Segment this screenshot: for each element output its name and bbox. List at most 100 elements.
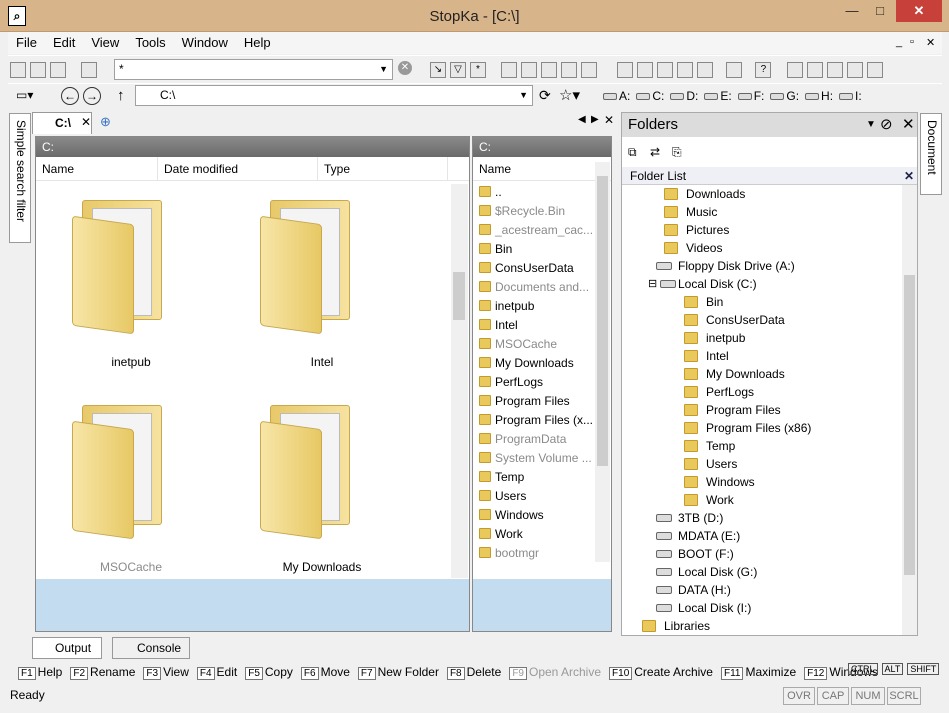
script-icon[interactable] [806, 62, 823, 78]
dual-pane-icon[interactable] [636, 62, 653, 78]
favorites-star-icon[interactable]: ☆▾ [559, 86, 580, 104]
ctrl-key[interactable]: CTRL [848, 663, 878, 675]
fkey-f4-button[interactable]: F4 Edit [196, 662, 237, 684]
list-item[interactable]: Program Files [473, 392, 595, 411]
tree-node[interactable]: Pictures [622, 221, 902, 239]
help-icon[interactable]: ? [755, 62, 772, 78]
close-button[interactable]: ✕ [896, 0, 942, 22]
fkey-f8-button[interactable]: F8 Delete [446, 662, 501, 684]
list-item[interactable]: ProgramData [473, 430, 595, 449]
palette-icon[interactable] [866, 62, 883, 78]
list-item[interactable]: $Recycle.Bin [473, 202, 595, 221]
sync-icon[interactable]: ⇄ [650, 145, 660, 159]
menu-help[interactable]: Help [236, 32, 279, 54]
up-icon[interactable]: ↑ [117, 87, 125, 104]
grid-item-label[interactable]: Intel [242, 355, 402, 369]
list-item[interactable]: Intel [473, 316, 595, 335]
column-date-modified[interactable]: Date modified [158, 157, 318, 181]
column-name[interactable]: Name [36, 157, 158, 181]
save-all-icon[interactable] [50, 62, 66, 78]
drive-h-button[interactable]: H: [805, 89, 833, 103]
tree-node[interactable]: Music [622, 203, 902, 221]
folder-tree-scrollbar[interactable] [902, 185, 917, 635]
chevron-down-icon[interactable]: ▼ [519, 86, 528, 105]
close-panel-icon[interactable]: ✕ [902, 113, 915, 137]
grid-item-label[interactable]: inetpub [51, 355, 211, 369]
list-item[interactable]: Documents and... [473, 278, 595, 297]
pin-icon[interactable]: ⊘ [880, 113, 893, 137]
tree-node[interactable]: Users [622, 455, 902, 473]
document-tab[interactable]: Document [920, 113, 942, 195]
list-item[interactable]: ConsUserData [473, 259, 595, 278]
menu-tools[interactable]: Tools [127, 32, 173, 54]
fkey-f2-button[interactable]: F2 Rename [70, 662, 135, 684]
tree-node[interactable]: Local Disk (G:) [622, 563, 902, 581]
single-pane-icon[interactable] [616, 62, 633, 78]
drive-a-button[interactable]: A: [603, 89, 630, 103]
tree-node[interactable]: Downloads [622, 185, 902, 203]
drive-f-button[interactable]: F: [737, 89, 764, 103]
menu-edit[interactable]: Edit [45, 32, 83, 54]
shift-key[interactable]: SHIFT [907, 663, 940, 675]
tree-node[interactable]: Libraries [622, 617, 902, 635]
goto-icon[interactable]: ↘ [430, 62, 446, 78]
save-icon[interactable] [30, 62, 46, 78]
maximize-button[interactable]: □ [866, 0, 894, 22]
address-combo[interactable]: C:\ ▼ [135, 85, 533, 106]
details-view-icon[interactable] [561, 62, 578, 78]
tree-node[interactable]: inetpub [622, 329, 902, 347]
tree-node[interactable]: ConsUserData [622, 311, 902, 329]
list-item[interactable]: MSOCache [473, 335, 595, 354]
fkey-f5-button[interactable]: F5 Copy [245, 662, 293, 684]
scrollbar-thumb[interactable] [597, 176, 608, 466]
drive-i-button[interactable]: I: [839, 89, 862, 103]
list-item[interactable]: Users [473, 487, 595, 506]
menu-file[interactable]: File [8, 32, 45, 54]
new-icon[interactable] [10, 62, 26, 78]
column-type[interactable]: Type [318, 157, 448, 181]
close-document-icon[interactable]: ✕ [604, 113, 614, 127]
drive-e-button[interactable]: E: [704, 89, 732, 103]
mdi-close-button[interactable]: ✕ [926, 36, 935, 49]
fkey-f11-button[interactable]: F11 Maximize [720, 662, 796, 684]
tree-node[interactable]: Temp [622, 437, 902, 455]
tree-node[interactable]: MDATA (E:) [622, 527, 902, 545]
scrollbar-thumb[interactable] [453, 272, 465, 320]
filter-combo[interactable]: * ▼ [114, 59, 393, 80]
copy-path-icon[interactable]: ⎘ [672, 145, 682, 160]
pin-icon[interactable] [826, 62, 843, 78]
tree-node[interactable]: Program Files (x86) [622, 419, 902, 437]
menu-window[interactable]: Window [174, 32, 236, 54]
fkey-f9-button[interactable]: F9 Open Archive [509, 662, 601, 684]
tree-node[interactable]: Bin [622, 293, 902, 311]
list-item[interactable]: Work [473, 525, 595, 544]
simple-search-filter-tab[interactable]: Simple search filter [9, 113, 31, 243]
drive-c-button[interactable]: C: [636, 89, 664, 103]
chevron-down-icon[interactable]: ▼ [379, 60, 388, 79]
cmd-icon[interactable] [786, 62, 803, 78]
tab-console[interactable]: Console [112, 637, 190, 659]
tab-output[interactable]: Output [32, 637, 102, 659]
panel-menu-icon[interactable]: ▼ [866, 113, 876, 137]
large-icons-view-icon[interactable] [501, 62, 518, 78]
fkey-f6-button[interactable]: F6 Move [300, 662, 350, 684]
fkey-f10-button[interactable]: F10 Create Archive [609, 662, 713, 684]
list-item[interactable]: Windows [473, 506, 595, 525]
list-item[interactable]: Program Files (x... [473, 411, 595, 430]
list-item[interactable]: My Downloads [473, 354, 595, 373]
tab-scroll-left-icon[interactable]: ◀ [578, 114, 586, 125]
left-pane-scrollbar[interactable] [451, 184, 468, 578]
close-folder-list-icon[interactable]: ✕ [904, 167, 914, 185]
filter-options-icon[interactable] [81, 62, 98, 78]
fullscreen-icon[interactable] [726, 62, 743, 78]
mdi-minimize-button[interactable]: _ [896, 36, 902, 48]
list-item[interactable]: PerfLogs [473, 373, 595, 392]
tab-scroll-right-icon[interactable]: ▶ [591, 114, 599, 125]
tree-node[interactable]: Local Disk (I:) [622, 599, 902, 617]
tree-node[interactable]: Floppy Disk Drive (A:) [622, 257, 902, 275]
tree-node[interactable]: 3TB (D:) [622, 509, 902, 527]
tree-node[interactable]: DATA (H:) [622, 581, 902, 599]
collapse-toggle-icon[interactable]: ⊟ [648, 275, 657, 293]
mdi-restore-button[interactable]: ▫ [910, 36, 914, 48]
grid-item-label[interactable]: My Downloads [242, 560, 402, 574]
